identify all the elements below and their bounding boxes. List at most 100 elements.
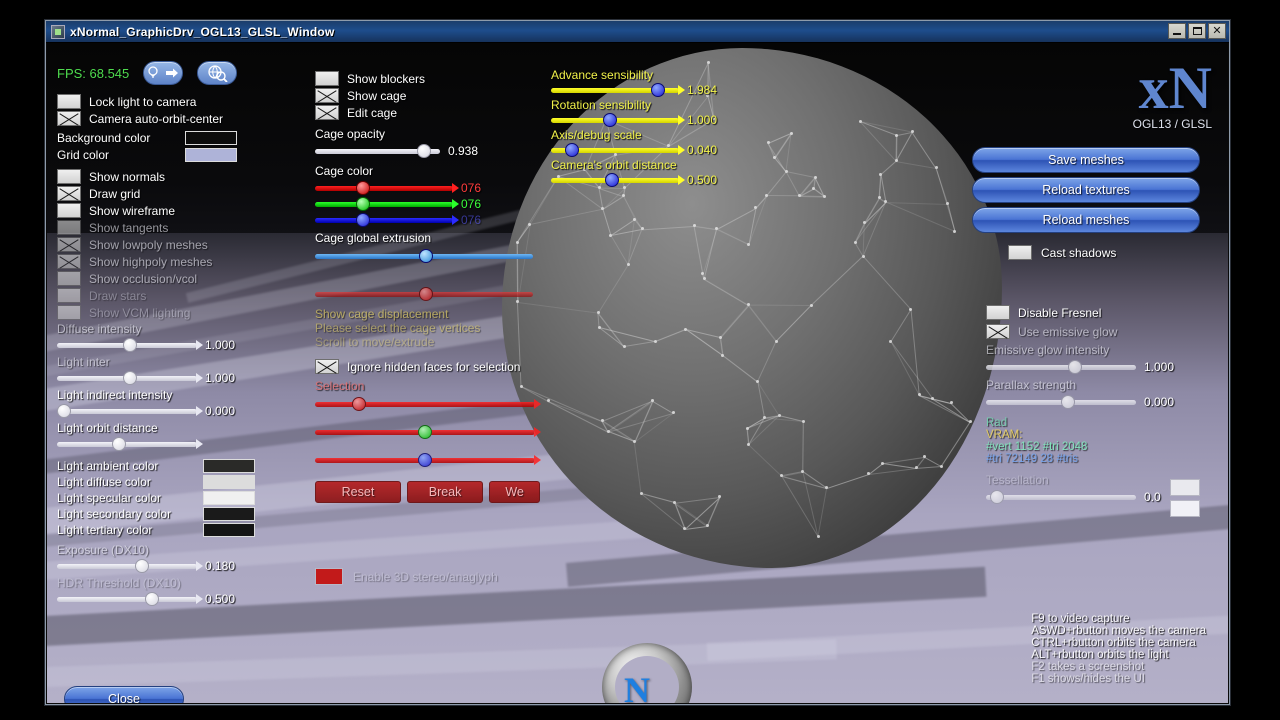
display-toggle-6-checkbox[interactable] [57,271,81,286]
small-swatch-2[interactable] [1170,500,1200,517]
slider-knob[interactable] [356,181,370,195]
selection-slider-0[interactable] [315,397,541,411]
shader-toggle-0-checkbox[interactable] [986,305,1010,320]
hdr-threshold-slider[interactable] [57,592,203,606]
selection-slider-1[interactable] [315,425,541,439]
exposure-slider[interactable] [57,559,203,573]
display-toggle-2-checkbox[interactable] [57,203,81,218]
light-color-swatch-2[interactable] [203,491,255,505]
minimize-button[interactable] [1168,23,1186,39]
close-window-button[interactable]: ✕ [1208,23,1226,39]
lightbulb-arrow-icon[interactable] [143,61,184,85]
selection-slider-group [315,397,541,467]
slider-knob[interactable] [145,592,159,606]
help-line-5: F1 shows/hides the UI [1031,673,1145,685]
globe-search-icon[interactable] [197,61,238,85]
display-toggle-7-checkbox[interactable] [57,288,81,303]
parallax-slider[interactable] [986,395,1136,409]
light-color-swatch-0[interactable] [203,459,255,473]
display-toggle-4-checkbox[interactable] [57,237,81,252]
tessellation-slider[interactable] [986,490,1136,504]
light-color-swatch-4[interactable] [203,523,255,537]
small-swatch-1[interactable] [1170,479,1200,496]
hdr-threshold-value: 0.500 [205,592,236,606]
emissive-value: 1.000 [1144,360,1175,374]
left-toggle-0-checkbox[interactable] [57,94,81,109]
maximize-button[interactable] [1188,23,1206,39]
slider-track [57,439,203,449]
cage-toggle-0-checkbox[interactable] [315,71,339,86]
cage-extrusion-slider[interactable] [315,249,533,263]
light-color-swatch-3[interactable] [203,507,255,521]
cage-channel-slider-G[interactable] [315,197,459,211]
display-toggle-0-checkbox[interactable] [57,169,81,184]
slider-knob[interactable] [112,437,126,451]
button-save-meshes[interactable]: Save meshes [972,147,1200,173]
camera-slider-3[interactable] [551,173,685,187]
cage-button-break[interactable]: Break [406,481,484,503]
light-color-label-4: Light tertiary color [57,523,153,537]
left-toggle-1-checkbox[interactable] [57,111,81,126]
cage-button-reset[interactable]: Reset [315,481,401,503]
display-toggle-3-checkbox[interactable] [57,220,81,235]
slider-knob[interactable] [603,113,617,127]
color-swatch-1[interactable] [185,148,237,162]
shader-toggle-1-checkbox[interactable] [986,324,1010,339]
light-slider-3-label: Light orbit distance [57,421,158,435]
light-slider-2-value: 0.000 [205,404,236,418]
button-reload-meshes[interactable]: Reload meshes [972,207,1200,233]
cage-opacity-slider[interactable] [315,144,440,158]
display-toggle-5-checkbox[interactable] [57,254,81,269]
light-color-swatch-1[interactable] [203,475,255,489]
display-toggle-1-row: Draw grid [57,186,255,201]
camera-slider-0[interactable] [551,83,685,97]
color-swatch-0[interactable] [185,131,237,145]
slider-knob[interactable] [418,425,432,439]
slider-knob[interactable] [123,338,137,352]
stereo-color-swatch[interactable] [315,568,343,585]
selection-slider-2[interactable] [315,453,541,467]
button-reload-textures[interactable]: Reload textures [972,177,1200,203]
lighting-slider-group: Diffuse intensity 1.000 Light inter 1.000 Li… [57,322,255,451]
slider-knob[interactable] [651,83,665,97]
camera-slider-value-3: 0.500 [687,173,718,187]
close-button[interactable]: Close [64,686,184,703]
cage-toggle-2-row: Edit cage [315,105,540,120]
camera-slider-1[interactable] [551,113,685,127]
light-slider-0-slider[interactable] [57,338,203,352]
mesh-edge [785,171,800,197]
display-toggle-1-checkbox[interactable] [57,186,81,201]
cast-shadows-checkbox[interactable] [1008,245,1032,260]
slider-knob[interactable] [565,143,579,157]
cage-opacity-value: 0.938 [448,144,479,158]
light-slider-3-slider[interactable] [57,437,203,451]
display-toggle-8-checkbox[interactable] [57,305,81,320]
color-label-0: Background color [57,131,151,145]
gpu-stat-3: #tri 72149 28 #tris [986,453,1079,465]
viewport-3d[interactable]: N FPS: 68.545 Lock light to camera Camer… [47,43,1228,703]
slider-knob[interactable] [57,404,71,418]
slider-knob[interactable] [352,397,366,411]
cage-toggle-1-checkbox[interactable] [315,88,339,103]
xnormal-logo: xN [1138,55,1212,121]
camera-slider-2[interactable] [551,143,685,157]
mesh-edge [548,400,603,422]
help-line-2: CTRL+rbutton orbits the camera [1031,637,1196,649]
ignore-hidden-faces-checkbox[interactable] [315,359,339,374]
cage-channel-slider-B[interactable] [315,213,459,227]
light-slider-1-slider[interactable] [57,371,203,385]
cage-extrusion-slider-2[interactable] [315,287,533,301]
slider-knob[interactable] [123,371,137,385]
cage-toggle-2-checkbox[interactable] [315,105,339,120]
cage-channel-slider-R[interactable] [315,181,459,195]
cage-button-we[interactable]: We [489,481,540,503]
emissive-slider[interactable] [986,360,1136,374]
slider-knob[interactable] [356,197,370,211]
slider-knob[interactable] [356,213,370,227]
slider-knob[interactable] [135,559,149,573]
light-slider-2-slider[interactable] [57,404,203,418]
cage-hint-1: Please select the cage vertices [315,321,481,335]
slider-knob[interactable] [605,173,619,187]
mesh-edge [776,305,812,342]
slider-knob[interactable] [418,453,432,467]
